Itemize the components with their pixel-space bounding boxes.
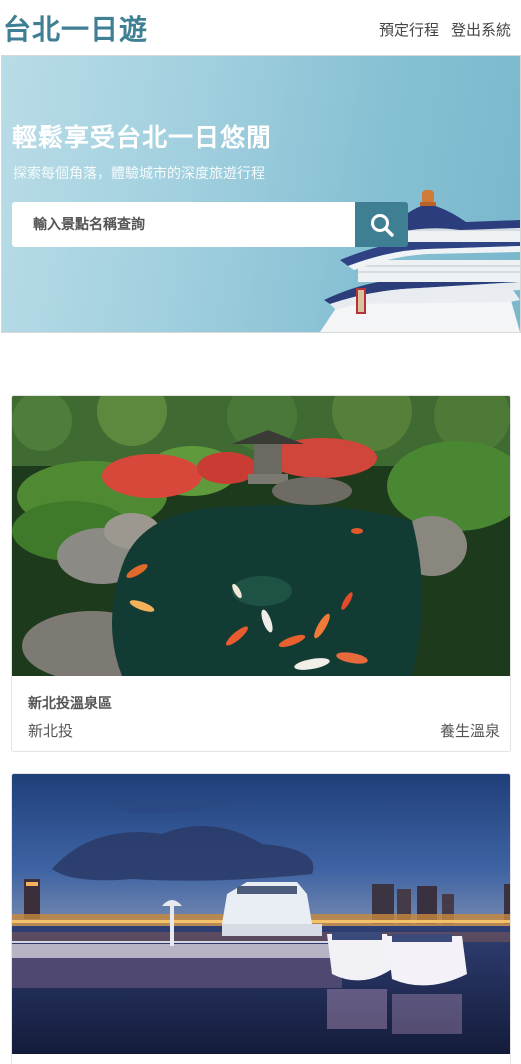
- search-icon: [370, 213, 394, 237]
- hero-title: 輕鬆享受台北一日悠閒: [12, 123, 273, 152]
- search-button[interactable]: [355, 202, 408, 247]
- attraction-category: 養生溫泉: [439, 722, 500, 740]
- search-input[interactable]: [12, 202, 357, 247]
- hero-subtitle: 探索每個角落，體驗城市的深度旅遊行程: [13, 166, 265, 182]
- attraction-card[interactable]: 新北投溫泉區 新北投 養生溫泉: [11, 395, 511, 752]
- hero-banner: 輕鬆享受台北一日悠閒 探索每個角落，體驗城市的深度旅遊行程: [1, 55, 521, 333]
- site-logo[interactable]: 台北一日遊: [3, 12, 148, 48]
- card-body: 新北投溫泉區 新北投 養生溫泉: [12, 676, 510, 751]
- site-header: 台北一日遊 預定行程 登出系統: [0, 0, 521, 55]
- search-box: [12, 202, 357, 247]
- attraction-card[interactable]: [11, 773, 511, 1064]
- top-nav: 預定行程 登出系統: [379, 19, 511, 41]
- attraction-image-koi-pond: [12, 396, 510, 676]
- nav-logout-link[interactable]: 登出系統: [451, 19, 511, 41]
- attraction-image-riverside-pier: [12, 774, 510, 1054]
- attraction-name: 新北投溫泉區: [28, 696, 112, 712]
- nav-booking-link[interactable]: 預定行程: [379, 19, 439, 41]
- attraction-location: 新北投: [28, 722, 74, 740]
